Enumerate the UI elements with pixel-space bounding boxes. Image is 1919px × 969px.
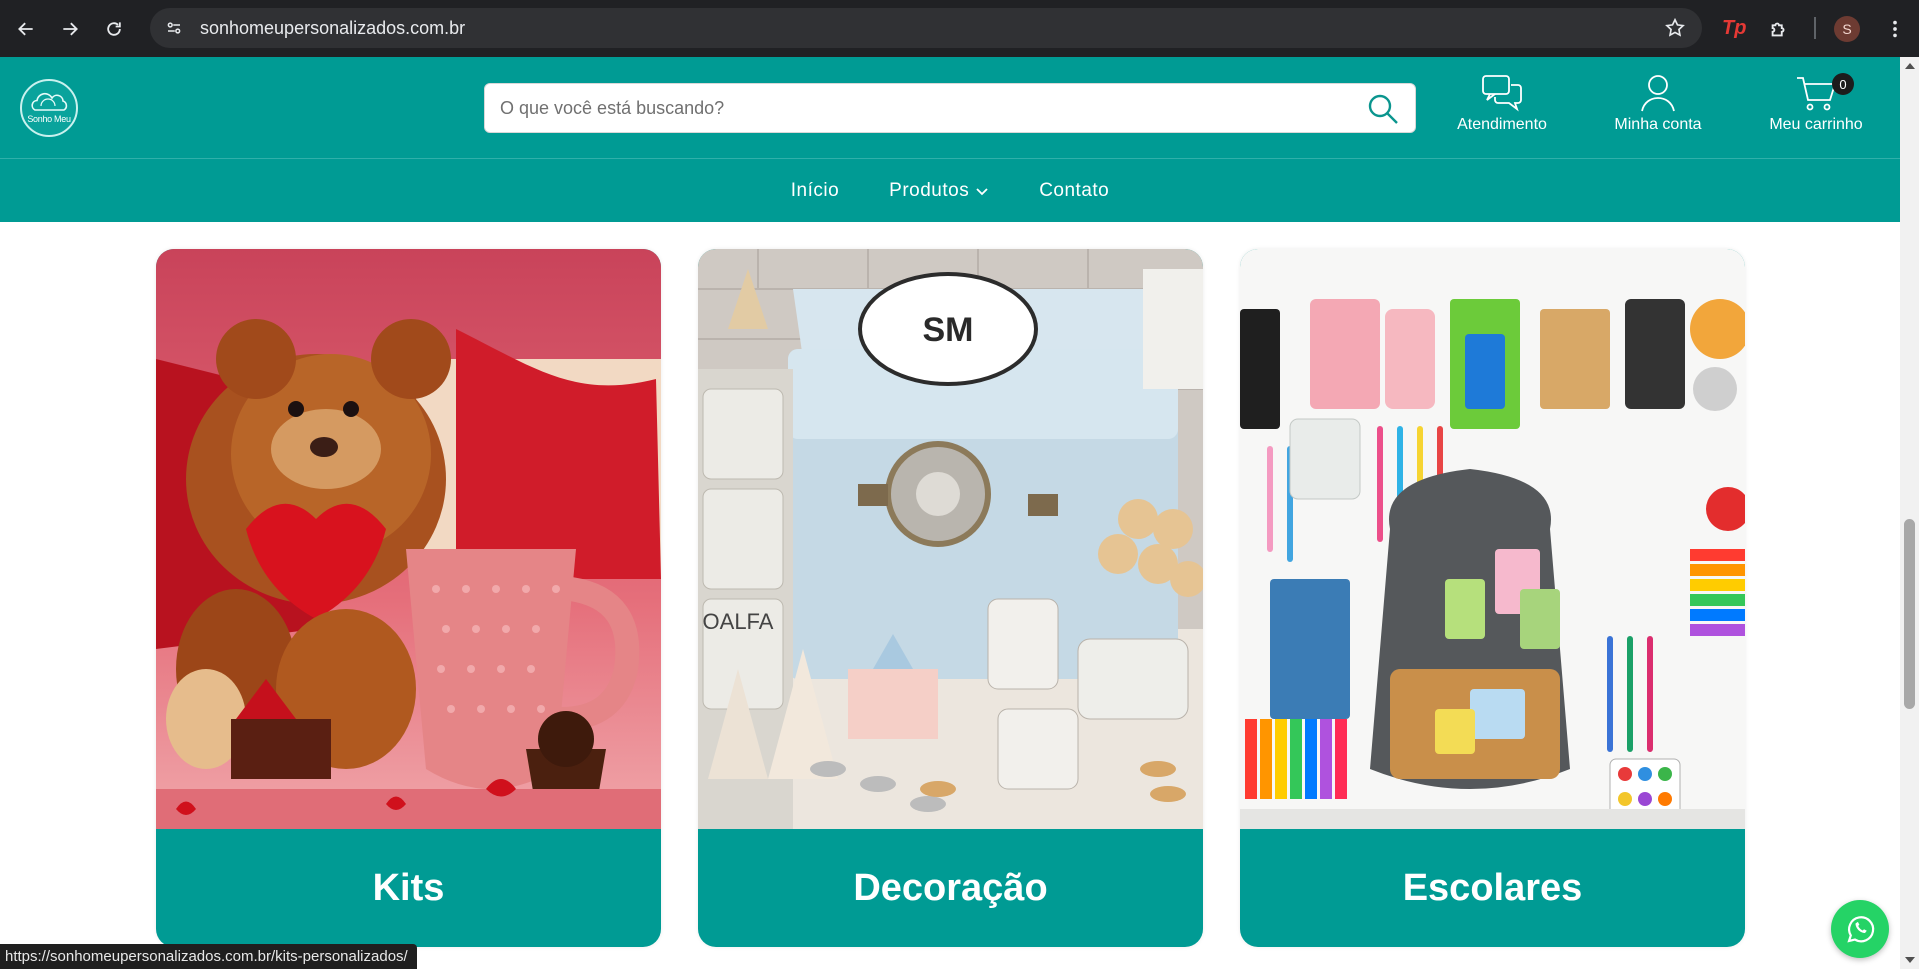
more-menu-icon[interactable] <box>1884 0 1906 57</box>
site-logo[interactable]: Sonho Meu <box>20 79 78 137</box>
profile-initial: S <box>1834 15 1860 42</box>
menu-item-contact-label: Contato <box>1039 179 1110 201</box>
kits-category-image <box>156 249 661 829</box>
address-bar[interactable]: sonhomeupersonalizados.com.br <box>150 8 1702 48</box>
search-icon[interactable] <box>1367 93 1399 125</box>
support-label: Atendimento <box>1457 116 1547 133</box>
category-title: Escolares <box>1402 866 1583 909</box>
scroll-thumb[interactable] <box>1904 519 1915 709</box>
svg-text:OALFA: OALFA <box>703 609 774 634</box>
menu-item-home-label: Início <box>790 179 840 201</box>
extension-tp-icon[interactable]: Tp <box>1722 0 1746 57</box>
toolbar-separator <box>1814 17 1816 39</box>
reload-icon[interactable] <box>96 11 132 47</box>
whatsapp-button[interactable] <box>1831 900 1889 958</box>
cloud-logo-icon <box>31 92 68 111</box>
forward-icon[interactable] <box>52 11 88 47</box>
extensions-puzzle-icon[interactable] <box>1768 0 1790 57</box>
svg-text:SM: SM <box>923 311 974 349</box>
scroll-down-arrow-icon[interactable] <box>1905 957 1915 963</box>
menu-item-home[interactable]: Início <box>791 180 839 202</box>
search-box <box>484 83 1416 133</box>
category-title: Decoração <box>853 866 1048 909</box>
category-grid: Kits SM OALFA Decoração Escolares <box>0 222 1900 969</box>
chevron-down-icon <box>976 187 988 195</box>
category-title: Kits <box>372 866 445 909</box>
escolares-category-image <box>1240 249 1745 829</box>
bookmark-star-icon[interactable] <box>1664 17 1686 39</box>
scroll-up-arrow-icon[interactable] <box>1905 63 1915 69</box>
category-card-escolares[interactable]: Escolares <box>1240 249 1745 947</box>
cart-icon <box>1797 77 1837 111</box>
link-status-bar: https://sonhomeupersonalizados.com.br/ki… <box>0 944 417 969</box>
user-icon <box>1641 75 1675 112</box>
logo-text: Sonho Meu <box>27 114 71 124</box>
category-card-decoracao[interactable]: SM OALFA Decoração <box>698 249 1203 947</box>
account-label: Minha conta <box>1614 116 1702 133</box>
support-button[interactable]: Atendimento <box>1450 73 1554 134</box>
extension-tp-label: Tp <box>1722 17 1747 39</box>
decoracao-category-image: SM OALFA <box>698 249 1203 829</box>
account-button[interactable]: Minha conta <box>1606 73 1710 134</box>
profile-avatar[interactable]: S <box>1834 0 1860 57</box>
menu-item-products-label: Produtos <box>889 179 970 201</box>
back-icon[interactable] <box>8 11 44 47</box>
menu-item-contact[interactable]: Contato <box>1039 180 1109 202</box>
page-scrollbar[interactable] <box>1900 57 1919 969</box>
menu-item-products[interactable]: Produtos <box>889 180 989 202</box>
chat-bubbles-icon <box>1482 75 1522 112</box>
cart-button[interactable]: Meu carrinho <box>1760 73 1872 134</box>
category-card-kits[interactable]: Kits <box>156 249 661 947</box>
whatsapp-icon <box>1847 916 1875 943</box>
browser-toolbar: sonhomeupersonalizados.com.br Tp S <box>0 0 1919 57</box>
search-input[interactable] <box>485 85 1345 131</box>
cart-count-badge: 0 <box>1832 73 1854 95</box>
site-header: Sonho Meu Atendimento Minha conta Meu ca… <box>0 57 1900 158</box>
address-url[interactable]: sonhomeupersonalizados.com.br <box>200 18 465 39</box>
site-settings-icon[interactable] <box>164 18 184 38</box>
cart-label: Meu carrinho <box>1769 116 1863 133</box>
main-menu: Início Produtos Contato <box>0 158 1900 222</box>
